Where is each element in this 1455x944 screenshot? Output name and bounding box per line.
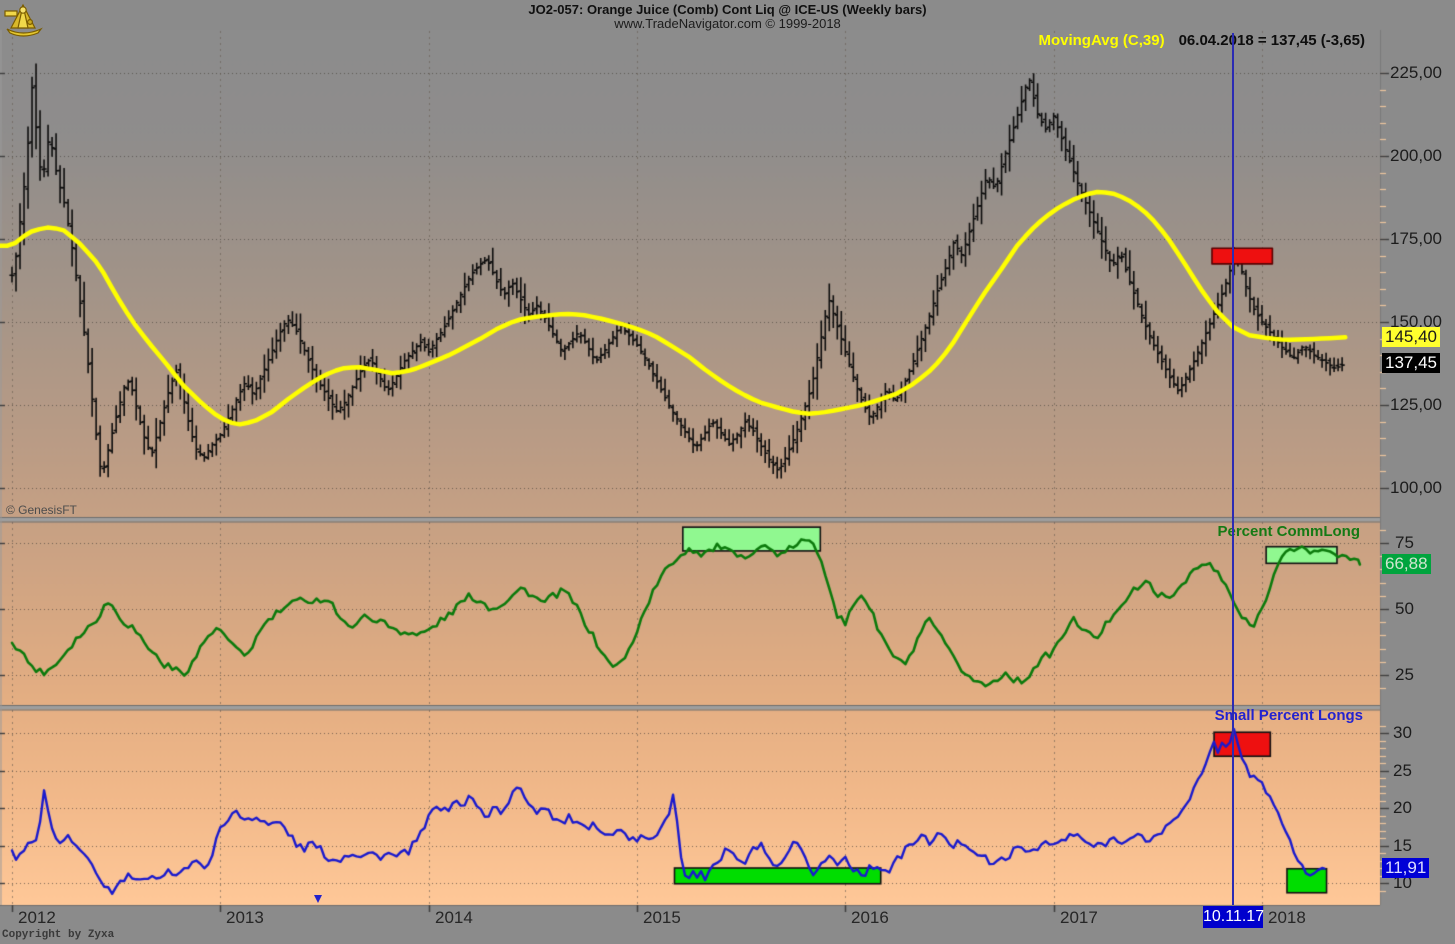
ma-value-tag: 145,40 [1382,327,1440,347]
indicator-legend: MovingAvg (C,39) 06.04.2018 = 137,45 (-3,… [1038,32,1365,49]
y-axis-label: 20 [1393,798,1412,818]
y-axis-label: 75 [1395,533,1414,553]
down-arrow-marker [314,895,322,903]
commlong-value-tag: 66,88 [1382,554,1431,574]
chart-title: JO2-057: Orange Juice (Comb) Cont Liq @ … [0,2,1455,17]
y-axis-label: 25 [1395,665,1414,685]
panel-title-small-percent-longs: Small Percent Longs [1215,707,1363,724]
x-axis-year-label: 2013 [226,908,264,928]
y-axis-label: 175,00 [1390,229,1442,249]
y-axis-label: 200,00 [1390,146,1442,166]
y-axis-label: 30 [1393,723,1412,743]
chart-canvas[interactable] [0,0,1455,944]
cursor-vertical-line[interactable] [1232,33,1234,905]
copyright-note: Copyright by Zyxa [2,929,114,941]
x-axis-year-label: 2015 [643,908,681,928]
x-axis-year-label: 2014 [435,908,473,928]
y-axis-label: 50 [1395,599,1414,619]
x-axis-year-label: 2018 [1268,908,1306,928]
y-axis-label: 125,00 [1390,395,1442,415]
y-axis-label: 225,00 [1390,63,1442,83]
small-longs-value-tag: 11,91 [1382,858,1429,878]
cursor-readout: 06.04.2018 = 137,45 (-3,65) [1179,32,1365,49]
cursor-date-tag: 10.11.17 [1203,906,1263,928]
last-price-tag: 137,45 [1382,353,1440,373]
y-axis-label: 25 [1393,761,1412,781]
genesisft-watermark: © GenesisFT [6,503,77,517]
genesis-sextant-logo-icon [2,2,46,45]
moving-avg-label: MovingAvg (C,39) [1038,32,1164,49]
x-axis-year-label: 2012 [18,908,56,928]
y-axis-label: 15 [1393,836,1412,856]
chart-subtitle: www.TradeNavigator.com © 1999-2018 [0,16,1455,31]
x-axis-year-label: 2017 [1060,908,1098,928]
y-axis-label: 100,00 [1390,478,1442,498]
trade-navigator-chart-window: JO2-057: Orange Juice (Comb) Cont Liq @ … [0,0,1455,944]
panel-title-percent-commlong: Percent CommLong [1217,523,1360,540]
x-axis-year-label: 2016 [851,908,889,928]
